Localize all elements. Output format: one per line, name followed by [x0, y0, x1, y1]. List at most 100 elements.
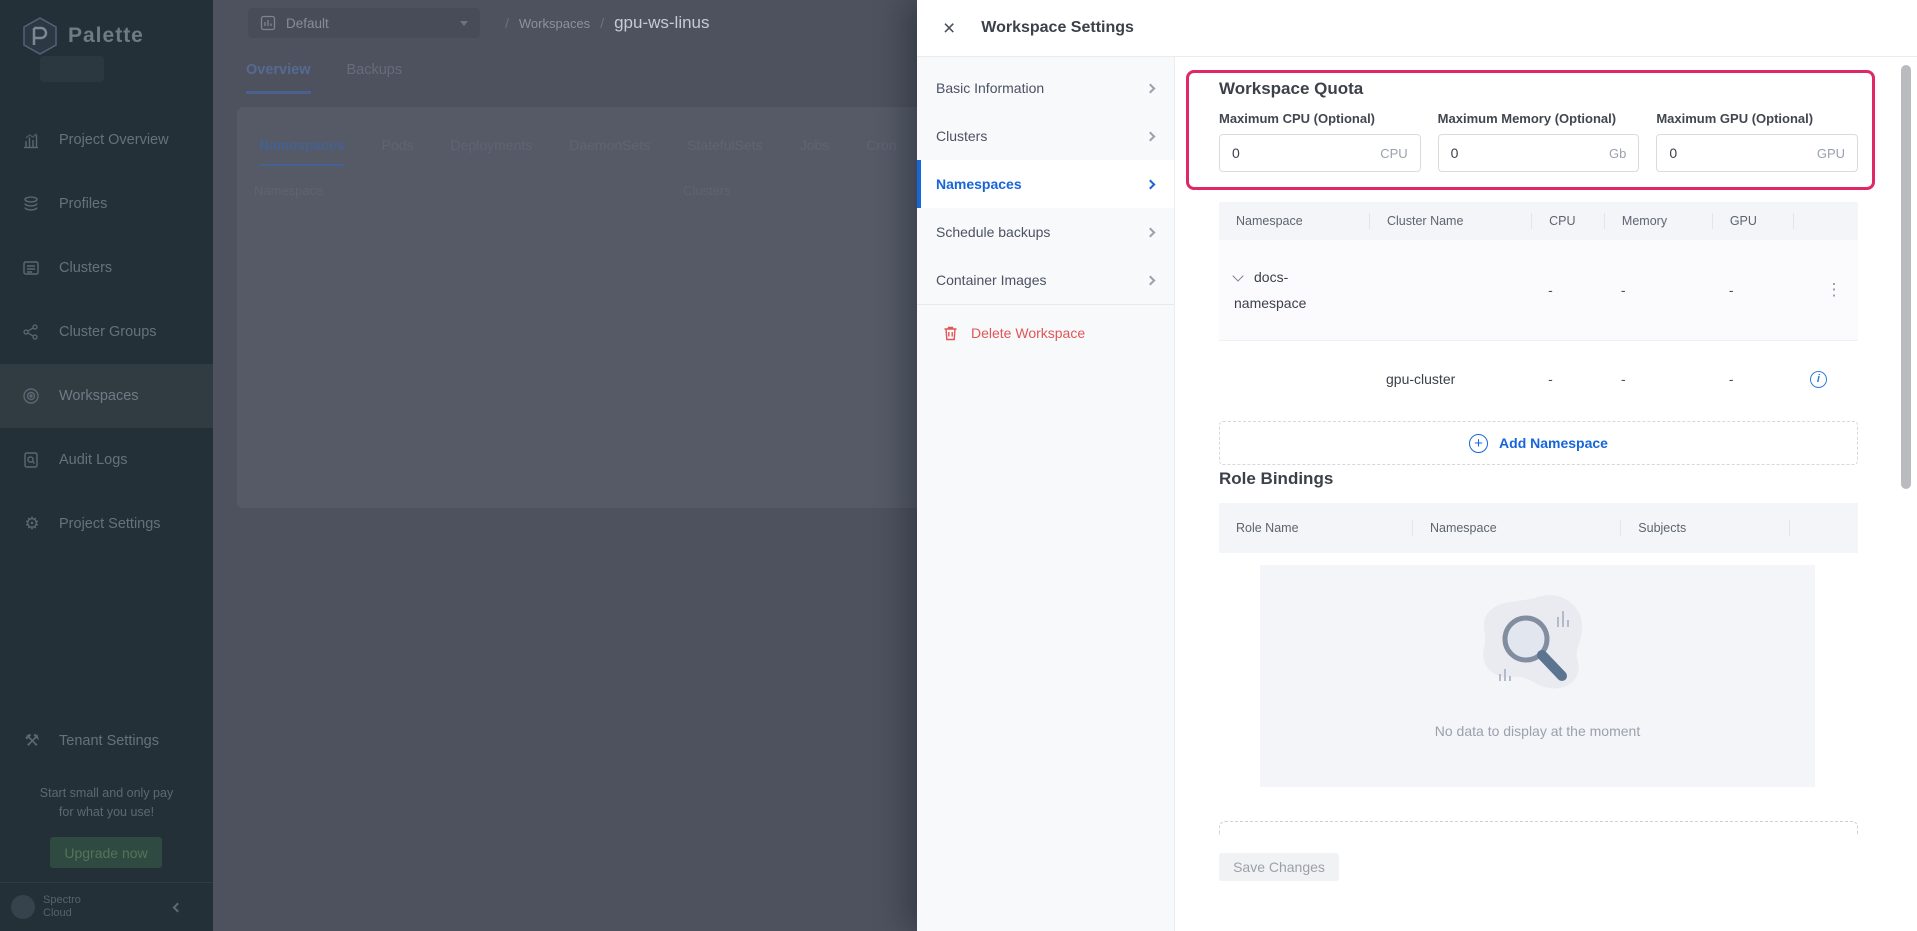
workspace-settings-drawer: × Workspace Settings Basic Information C…: [917, 0, 1917, 931]
tab-statefulsets[interactable]: StatefulSets: [687, 137, 763, 166]
max-gpu-field: Maximum GPU (Optional) GPU: [1656, 111, 1858, 172]
drawer-content: Workspace Quota Maximum CPU (Optional) C…: [1175, 57, 1895, 931]
sidebar-item-label: Audit Logs: [59, 452, 128, 468]
add-namespace-button[interactable]: + Add Namespace: [1219, 421, 1858, 465]
sidebar-item-cluster-groups[interactable]: Cluster Groups: [0, 300, 213, 364]
breadcrumb: / Workspaces / gpu-ws-linus: [505, 8, 710, 38]
empty-state-panel: No data to display at the moment: [1260, 565, 1815, 787]
gear-icon: ⚙: [22, 514, 42, 534]
tab-deployments[interactable]: Deployments: [451, 137, 533, 166]
close-icon[interactable]: ×: [939, 14, 959, 43]
sidebar-nav: Project Overview Profiles Clusters Clust…: [0, 108, 213, 556]
drawer-nav: Basic Information Clusters Namespaces Sc…: [917, 57, 1175, 931]
cpu-unit-label: CPU: [1380, 146, 1407, 161]
tab-backups[interactable]: Backups: [347, 62, 403, 94]
chart-icon: [22, 131, 42, 149]
tab-overview[interactable]: Overview: [246, 62, 311, 94]
sidebar-footer: Spectro Cloud: [0, 882, 213, 931]
sidebar-item-workspaces[interactable]: Workspaces: [0, 364, 213, 428]
sidebar-item-label: Workspaces: [59, 388, 139, 404]
project-selector-value: Default: [286, 16, 329, 31]
breadcrumb-workspaces[interactable]: Workspaces: [519, 16, 590, 31]
drawer-header: × Workspace Settings: [917, 0, 1917, 57]
breadcrumb-current: gpu-ws-linus: [614, 13, 709, 33]
chevron-right-icon: [1146, 131, 1156, 141]
chevron-right-icon: [1146, 227, 1156, 237]
tab-cronjobs[interactable]: Cron: [866, 137, 896, 166]
upgrade-now-button[interactable]: Upgrade now: [50, 837, 162, 868]
scope-selector-placeholder: [40, 56, 104, 82]
quota-fields: Maximum CPU (Optional) CPU Maximum Memor…: [1219, 111, 1858, 172]
save-changes-button[interactable]: Save Changes: [1219, 853, 1339, 881]
drawer-nav-basic-information[interactable]: Basic Information: [917, 64, 1174, 112]
drawer-footer: Save Changes: [1175, 846, 1895, 931]
cluster-groups-icon: [22, 323, 42, 341]
tools-icon: ⚒: [22, 731, 42, 751]
sidebar-item-label: Clusters: [59, 260, 112, 276]
sidebar-item-project-settings[interactable]: ⚙ Project Settings: [0, 492, 213, 556]
upgrade-promo-text: Start small and only pay for what you us…: [0, 784, 213, 822]
tab-pods[interactable]: Pods: [382, 137, 414, 166]
clusters-icon: [22, 259, 42, 277]
spectro-cloud-label: Spectro Cloud: [43, 894, 81, 920]
row-menu-icon[interactable]: ⋮: [1825, 280, 1842, 299]
add-role-binding-partial[interactable]: [1219, 821, 1858, 835]
max-memory-input[interactable]: [1451, 145, 1551, 161]
max-gpu-input[interactable]: [1669, 145, 1769, 161]
sidebar-item-label: Profiles: [59, 196, 107, 212]
chevron-right-icon: [1146, 83, 1156, 93]
delete-workspace-button[interactable]: Delete Workspace: [917, 309, 1174, 357]
sidebar: Palette Project Overview Profiles Cluste…: [0, 0, 213, 931]
sidebar-item-project-overview[interactable]: Project Overview: [0, 108, 213, 172]
empty-state-text: No data to display at the moment: [1435, 723, 1640, 739]
sidebar-item-label: Project Overview: [59, 132, 169, 148]
sidebar-item-clusters[interactable]: Clusters: [0, 236, 213, 300]
table-row-docs-namespace: docs-namespace - - - ⋮: [1219, 240, 1858, 341]
drawer-nav-clusters[interactable]: Clusters: [917, 112, 1174, 160]
max-memory-field: Maximum Memory (Optional) Gb: [1438, 111, 1640, 172]
plus-circle-icon: +: [1469, 434, 1488, 453]
profiles-icon: [22, 195, 42, 213]
sidebar-item-profiles[interactable]: Profiles: [0, 172, 213, 236]
sidebar-item-label: Project Settings: [59, 516, 161, 532]
no-data-illustration: [1474, 591, 1602, 703]
workspaces-icon: [22, 387, 42, 405]
max-cpu-field: Maximum CPU (Optional) CPU: [1219, 111, 1421, 172]
drawer-title: Workspace Settings: [981, 19, 1134, 37]
cluster-name: gpu-cluster: [1369, 371, 1531, 387]
sidebar-item-audit-logs[interactable]: Audit Logs: [0, 428, 213, 492]
tab-namespaces[interactable]: Namespaces: [259, 137, 345, 166]
chevron-down-icon: [460, 21, 468, 26]
info-icon[interactable]: i: [1810, 371, 1827, 388]
table-row-gpu-cluster: gpu-cluster - - - i: [1219, 341, 1858, 416]
expand-chevron-icon[interactable]: [1232, 270, 1243, 281]
tab-jobs[interactable]: Jobs: [800, 137, 830, 166]
workspace-tabs: Overview Backups: [246, 62, 402, 94]
drawer-nav-container-images[interactable]: Container Images: [917, 256, 1174, 304]
project-icon: [260, 15, 276, 31]
role-bindings-heading: Role Bindings: [1219, 465, 1858, 489]
gpu-unit-label: GPU: [1817, 146, 1845, 161]
drawer-nav-schedule-backups[interactable]: Schedule backups: [917, 208, 1174, 256]
chevron-right-icon: [1146, 275, 1156, 285]
chevron-right-icon: [1146, 179, 1156, 189]
scrollbar-thumb[interactable]: [1901, 65, 1911, 489]
namespace-name: docs-namespace: [1234, 269, 1306, 311]
palette-logo-icon: [22, 16, 58, 56]
max-cpu-input[interactable]: [1232, 145, 1332, 161]
role-bindings-table-header: Role Name Namespace Subjects: [1219, 503, 1858, 553]
app-logo-text: Palette: [68, 24, 144, 48]
sidebar-item-label: Tenant Settings: [59, 733, 159, 749]
sidebar-item-label: Cluster Groups: [59, 324, 157, 340]
tab-daemonsets[interactable]: DaemonSets: [569, 137, 650, 166]
memory-unit-label: Gb: [1609, 146, 1626, 161]
sidebar-item-tenant-settings[interactable]: ⚒ Tenant Settings: [0, 719, 213, 763]
namespaces-table: Namespace Cluster Name CPU Memory GPU do…: [1219, 202, 1858, 416]
collapse-sidebar-icon[interactable]: [173, 902, 183, 912]
project-selector[interactable]: Default: [248, 8, 480, 38]
drawer-nav-namespaces[interactable]: Namespaces: [917, 160, 1174, 208]
audit-logs-icon: [22, 451, 42, 469]
nav-divider: [917, 304, 1174, 305]
drawer-scrollbar: [1895, 57, 1917, 931]
trash-icon: [943, 325, 958, 341]
